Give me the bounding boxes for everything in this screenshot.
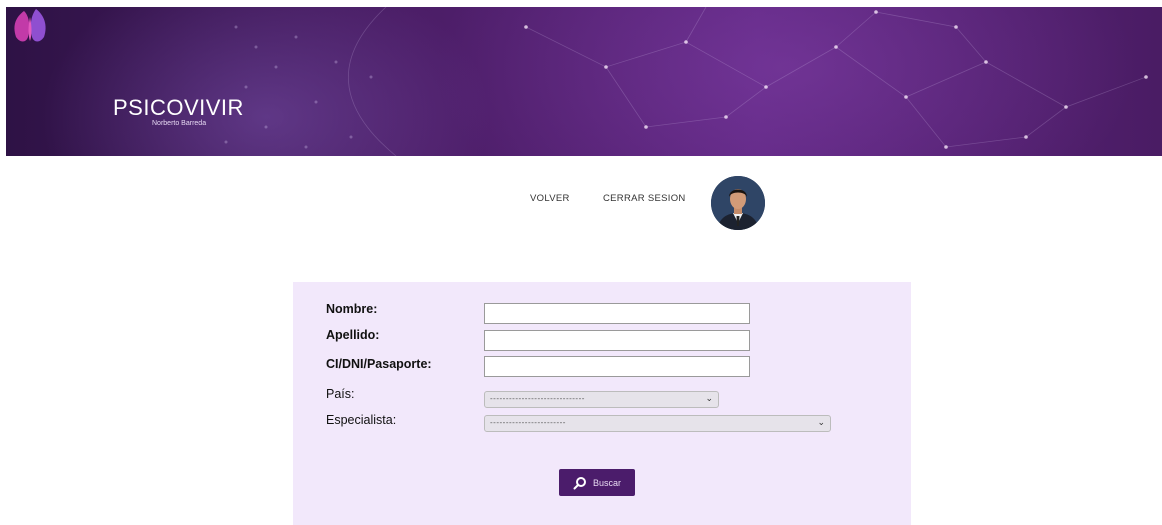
pais-select[interactable]: ------------------------------ ⌄: [484, 391, 719, 408]
psicovivir-logo-icon: [14, 9, 46, 42]
nombre-label: Nombre:: [326, 302, 378, 316]
chevron-down-icon: ⌄: [817, 417, 825, 427]
nombre-input[interactable]: [484, 303, 750, 324]
especialista-select[interactable]: ------------------------ ⌄: [484, 415, 831, 432]
especialista-selected-value: ------------------------: [490, 418, 566, 427]
logo-title: PSICOVIVIR: [113, 95, 244, 120]
apellido-label: Apellido:: [326, 328, 380, 342]
chevron-down-icon: ⌄: [705, 393, 713, 403]
buscar-button[interactable]: Buscar: [559, 469, 635, 496]
user-avatar-icon: [711, 176, 765, 230]
apellido-input[interactable]: [484, 330, 750, 351]
search-icon: [573, 476, 586, 489]
volver-link[interactable]: VOLVER: [530, 193, 570, 204]
pais-label: País:: [326, 387, 355, 401]
cerrar-sesion-link[interactable]: CERRAR SESION: [603, 193, 686, 204]
user-avatar[interactable]: [711, 176, 765, 230]
constellation-background: [224, 7, 1148, 156]
documento-input[interactable]: [484, 356, 750, 377]
header-banner: PSICOVIVIR Norberto Barreda: [6, 7, 1162, 156]
especialista-label: Especialista:: [326, 413, 397, 427]
buscar-button-label: Buscar: [592, 477, 621, 488]
logo-subtitle: Norberto Barreda: [152, 120, 207, 127]
pais-selected-value: ------------------------------: [490, 394, 585, 403]
documento-label: CI/DNI/Pasaporte:: [326, 357, 432, 371]
search-form-panel: Nombre: Apellido: CI/DNI/Pasaporte: País…: [293, 282, 911, 525]
